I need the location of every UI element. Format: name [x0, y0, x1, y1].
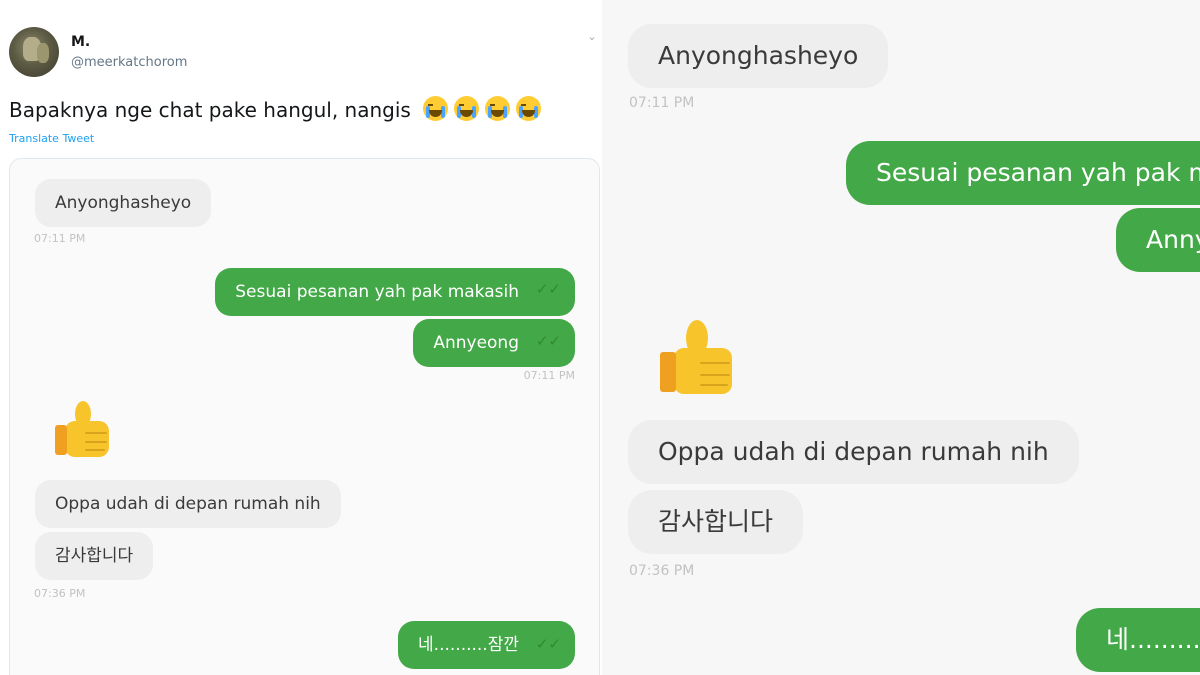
message-in: Oppa udah di depan rumah nih: [628, 420, 1079, 484]
message-text: Annyeong: [1146, 225, 1200, 254]
zoomed-chat-image: Anyonghasheyo 07:11 PM Sesuai pesanan ya…: [602, 0, 1200, 675]
message-in: 감사합니다: [35, 532, 154, 580]
timestamp: 07:11 PM: [523, 369, 575, 382]
avatar[interactable]: [9, 27, 59, 77]
timestamp: 07:11 PM: [34, 232, 86, 245]
message-text: 네..........잠깐: [418, 635, 519, 655]
loudly-crying-face-icon: [516, 96, 542, 121]
thumbs-up-icon: [55, 401, 115, 461]
message-out: Sesuai pesanan yah pak makasih: [846, 141, 1200, 205]
message-in: Anyonghasheyo: [35, 179, 212, 227]
message-out: Annyeong: [1116, 208, 1200, 272]
translate-tweet-link[interactable]: Translate Tweet: [9, 132, 94, 145]
message-text: Sesuai pesanan yah pak makasih: [235, 282, 519, 302]
double-check-icon: ✓✓: [535, 332, 561, 350]
tweet-text-body: Bapaknya nge chat pake hangul, nangis: [9, 98, 411, 122]
loudly-crying-face-icon: [485, 96, 511, 121]
user-handle[interactable]: @meerkatchorom: [71, 55, 187, 70]
message-in: Oppa udah di depan rumah nih: [35, 480, 341, 528]
tweet-card: M. @meerkatchorom ⌄ Bapaknya nge chat pa…: [0, 0, 602, 675]
loudly-crying-face-icon: [423, 96, 449, 121]
message-in: Anyonghasheyo: [628, 24, 889, 88]
thumbs-up-icon: [660, 320, 740, 400]
message-in: 감사합니다: [628, 490, 804, 554]
message-out: Sesuai pesanan yah pak makasih: [215, 268, 575, 316]
tweet-text: Bapaknya nge chat pake hangul, nangis: [9, 96, 542, 122]
timestamp: 07:11 PM: [629, 95, 695, 111]
message-text: Sesuai pesanan yah pak makasih: [876, 158, 1200, 187]
double-check-icon: ✓✓: [535, 635, 561, 653]
message-text: Annyeong: [433, 333, 519, 353]
chevron-down-icon[interactable]: ⌄: [585, 30, 599, 44]
loudly-crying-face-icon: [454, 96, 480, 121]
message-out: 네..........잠깐: [1076, 608, 1200, 672]
timestamp: 07:36 PM: [34, 587, 86, 600]
display-name[interactable]: M.: [71, 34, 90, 50]
tweet-image[interactable]: Anyonghasheyo 07:11 PM Sesuai pesanan ya…: [9, 158, 600, 675]
timestamp: 07:36 PM: [629, 563, 695, 579]
double-check-icon: ✓✓: [535, 280, 561, 298]
message-text: 네..........잠깐: [1106, 625, 1200, 654]
